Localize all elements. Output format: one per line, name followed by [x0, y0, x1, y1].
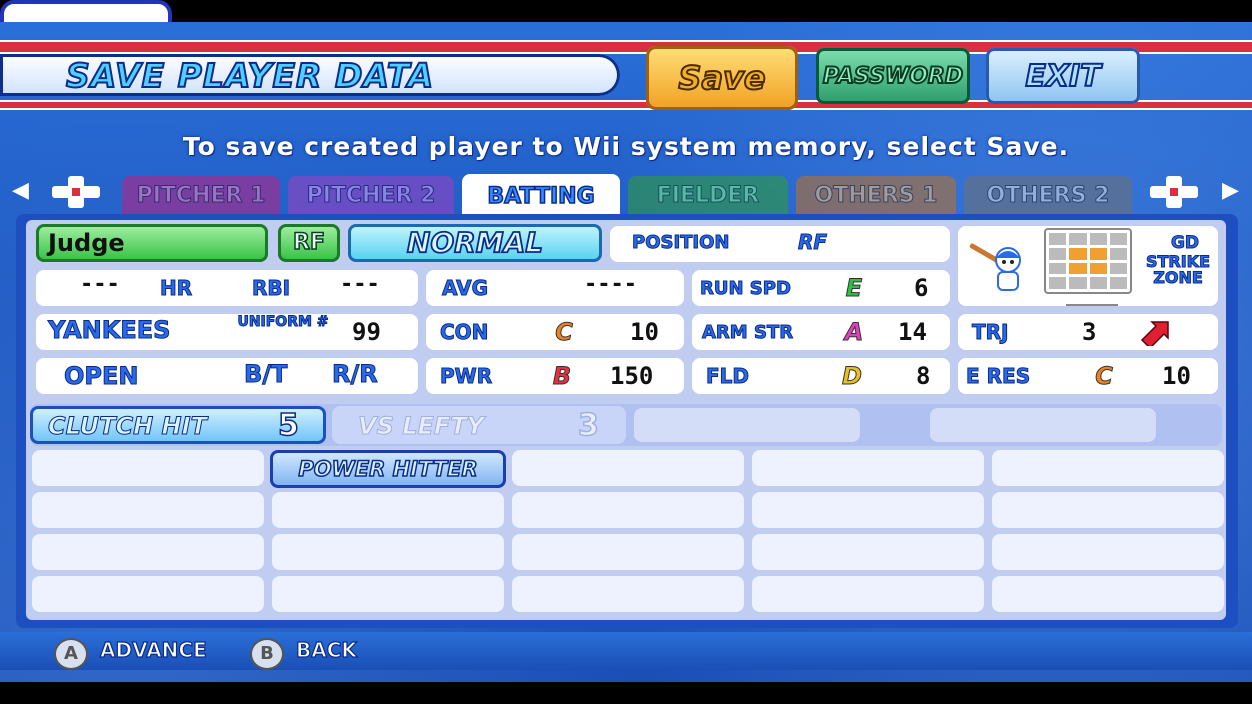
pwr-value: 150: [610, 362, 654, 390]
fld-grade: D: [842, 362, 863, 391]
player-name: Judge: [36, 224, 268, 262]
ability-clutch-hit-value: 5: [277, 407, 299, 444]
tab-fielder[interactable]: Fielder: [628, 176, 788, 214]
hr-value: ---: [80, 272, 120, 297]
pwr-label: Pwr: [439, 364, 493, 389]
batter-icon: [968, 238, 1034, 292]
dpad-left-icon: [52, 176, 100, 208]
rbi-label: RBI: [251, 276, 291, 301]
a-button-icon: A: [54, 638, 88, 670]
ability-clutch-hit-label: Clutch Hit: [48, 412, 208, 441]
position-label: Position: [632, 232, 730, 254]
strike-zone-grid: [1044, 228, 1132, 294]
special-ability-slot[interactable]: [752, 576, 984, 612]
rbi-value: ---: [340, 272, 380, 297]
save-button[interactable]: Save: [646, 46, 798, 110]
tab-pitcher-1[interactable]: Pitcher 1: [122, 176, 280, 214]
password-button[interactable]: Password: [816, 48, 970, 104]
left-arrow-icon[interactable]: ◀: [12, 178, 29, 203]
special-ability-slot[interactable]: [272, 576, 504, 612]
uniform-label: Uniform #: [237, 314, 329, 331]
arm-str-label: Arm Str: [701, 322, 794, 344]
trj-value: 3: [1082, 318, 1097, 346]
special-ability-slot[interactable]: [992, 492, 1224, 528]
avg-value: ----: [584, 272, 637, 297]
tab-others-2[interactable]: Others 2: [964, 176, 1132, 214]
special-ability-slot[interactable]: [992, 534, 1224, 570]
ability-vs-lefty-label: VS Lefty: [357, 412, 485, 441]
bt-label: B/T: [243, 360, 288, 389]
ability-vs-lefty-value: 3: [577, 407, 599, 444]
ability-slot-empty[interactable]: [634, 408, 860, 442]
con-label: Con: [439, 320, 489, 345]
exit-button[interactable]: Exit: [986, 48, 1140, 104]
special-ability-slot[interactable]: [32, 492, 264, 528]
trajectory-arrow-icon: [1138, 318, 1172, 350]
right-arrow-icon[interactable]: ▶: [1222, 178, 1239, 203]
team-name: Yankees: [47, 316, 171, 345]
arm-str-grade: A: [844, 318, 864, 347]
tab-others-1[interactable]: Others 1: [796, 176, 956, 214]
special-ability-slot[interactable]: [272, 534, 504, 570]
advance-hint: Advance: [99, 637, 207, 662]
con-value: 10: [630, 318, 659, 346]
e-res-grade: C: [1095, 362, 1114, 391]
page-title: Save Player Data: [65, 55, 435, 96]
trj-label: TRJ: [971, 320, 1009, 345]
special-ability-slot[interactable]: [512, 450, 744, 486]
e-res-label: E Res: [965, 364, 1031, 389]
status-value: Open: [63, 362, 139, 391]
special-ability-power-hitter[interactable]: Power Hitter: [270, 450, 506, 488]
special-ability-slot[interactable]: [32, 534, 264, 570]
b-button-icon: B: [250, 638, 284, 670]
con-grade: C: [555, 318, 574, 347]
special-ability-slot[interactable]: [512, 492, 744, 528]
special-ability-slot[interactable]: [752, 492, 984, 528]
strike-zone-label-2: Strike: [1145, 252, 1211, 271]
special-ability-slot[interactable]: [32, 450, 264, 486]
avg-label: AVG: [441, 276, 489, 301]
dpad-right-icon: [1150, 176, 1198, 208]
run-spd-grade: E: [845, 274, 863, 303]
special-ability-slot[interactable]: [992, 576, 1224, 612]
fld-value: 8: [916, 362, 931, 390]
strike-zone-pointer-icon: [1066, 296, 1118, 306]
uniform-value: 99: [352, 318, 381, 346]
instruction-text: To save created player to Wii system mem…: [182, 132, 1070, 161]
special-ability-slot[interactable]: [512, 576, 744, 612]
tab-pitcher-2[interactable]: Pitcher 2: [288, 176, 454, 214]
special-ability-slot[interactable]: [752, 534, 984, 570]
hr-label: HR: [159, 276, 193, 301]
fld-label: Fld: [705, 364, 750, 389]
position-badge: RF: [278, 224, 340, 262]
ability-slot-empty[interactable]: [930, 408, 1156, 442]
arm-str-value: 14: [898, 318, 927, 346]
strike-zone-label-3: Zone: [1153, 268, 1204, 287]
pwr-grade: B: [552, 362, 572, 391]
special-ability-slot[interactable]: [752, 450, 984, 486]
position-value: RF: [797, 230, 828, 255]
player-type: Normal: [348, 224, 602, 262]
e-res-value: 10: [1162, 362, 1191, 390]
special-ability-slot[interactable]: [512, 534, 744, 570]
special-ability-slot[interactable]: [272, 492, 504, 528]
run-spd-label: Run Spd: [700, 278, 792, 300]
strike-zone-label-1: Gd: [1170, 233, 1200, 253]
bt-value: R/R: [332, 360, 379, 389]
special-ability-slot[interactable]: [32, 576, 264, 612]
special-ability-slot[interactable]: [992, 450, 1224, 486]
run-spd-value: 6: [914, 274, 929, 302]
back-hint: Back: [295, 637, 357, 662]
tab-batting[interactable]: Batting: [462, 174, 620, 218]
